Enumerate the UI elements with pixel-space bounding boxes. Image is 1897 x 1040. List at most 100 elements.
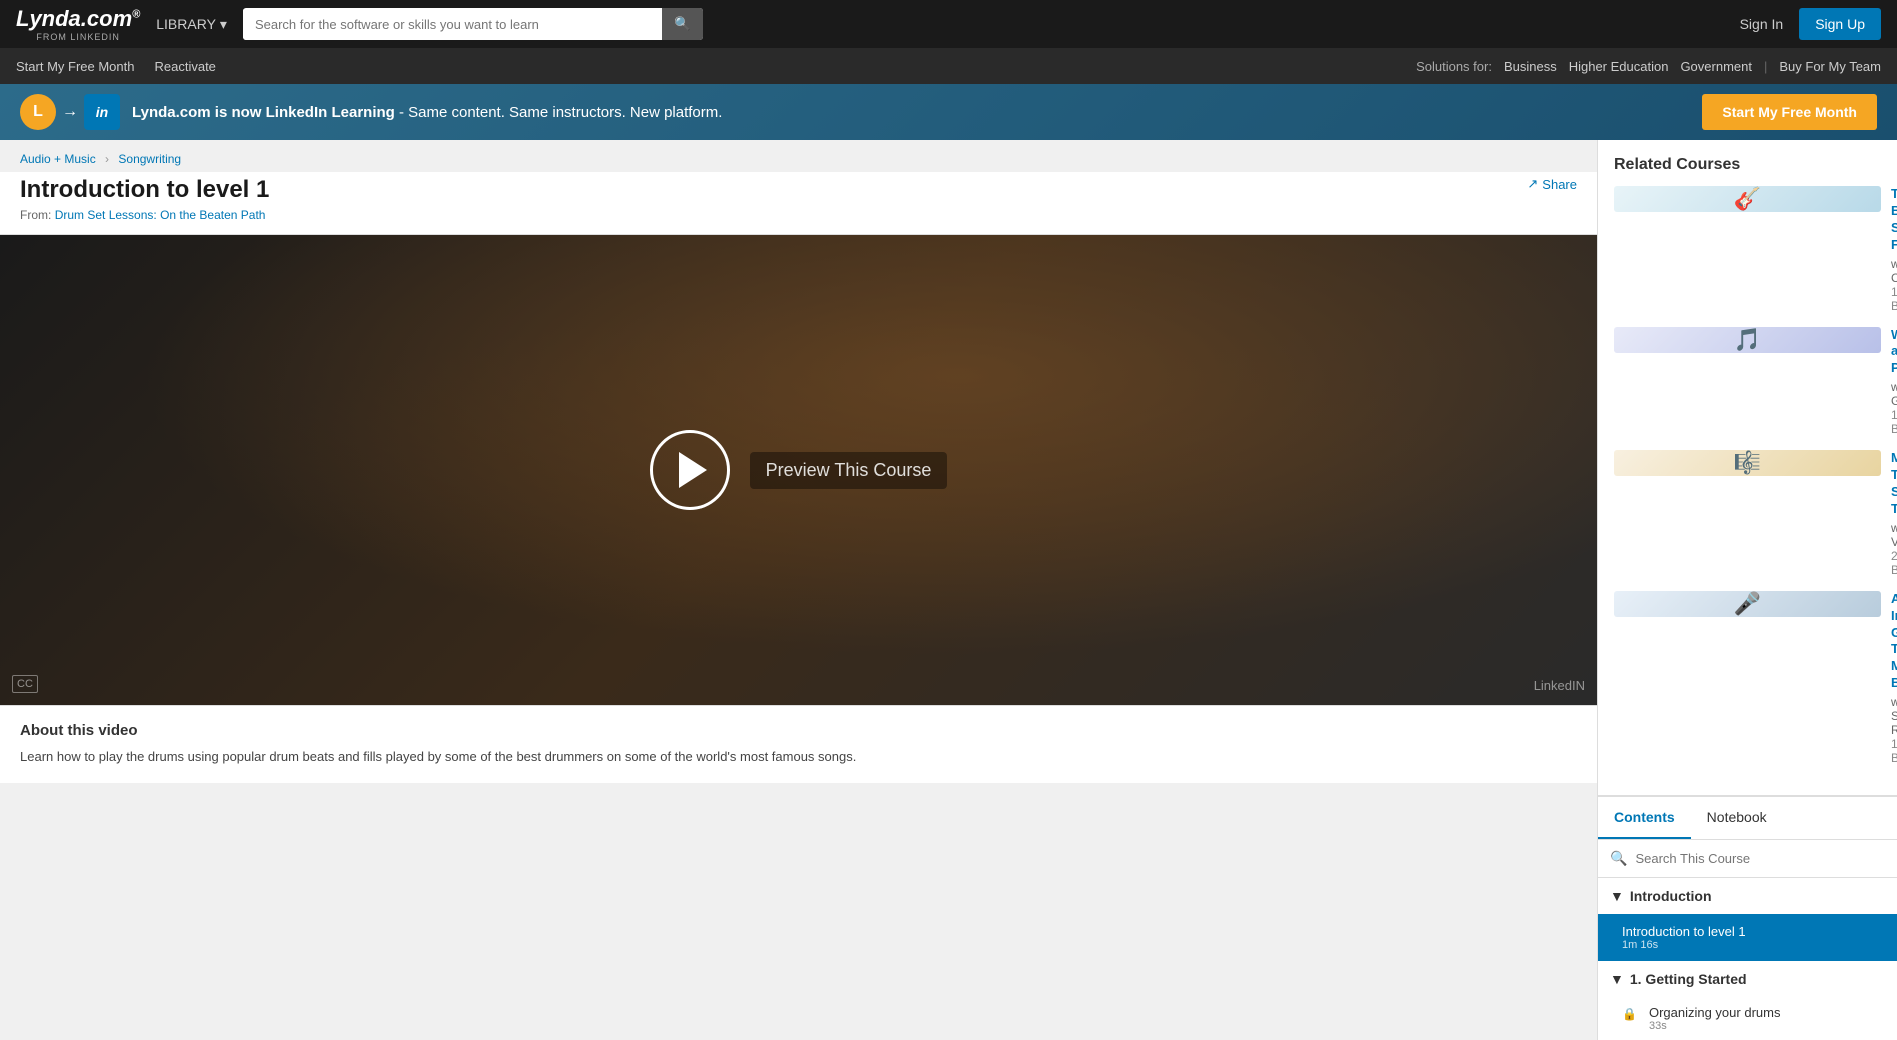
section-title-getting-started: 1. Getting Started	[1630, 971, 1747, 987]
tab-contents[interactable]: Contents	[1598, 797, 1691, 839]
course-duration-2: 1h 26m	[1891, 408, 1897, 422]
banner-icons: L → in	[20, 94, 120, 130]
search-icon: 🔍	[674, 16, 691, 31]
sign-in-button[interactable]: Sign In	[1740, 16, 1784, 32]
play-triangle-icon	[679, 452, 707, 488]
share-button[interactable]: ↗ Share	[1527, 176, 1577, 192]
search-input[interactable]	[243, 9, 662, 40]
course-from-label: From:	[20, 208, 51, 222]
library-button[interactable]: LIBRARY ▾	[156, 16, 227, 33]
banner-message: Lynda.com is now LinkedIn Learning - Sam…	[132, 104, 1690, 121]
course-duration-1: 1h 20m	[1891, 285, 1897, 299]
main-content: Audio + Music › Songwriting Introduction…	[0, 140, 1897, 1040]
course-contents: Contents Notebook 🔍 ▼ Introduction Intro…	[1598, 796, 1897, 1040]
related-course-item-2[interactable]: 🎵 Write Think and Act Like a Professiona…	[1614, 327, 1881, 437]
lesson-inner-active: Introduction to level 1 1m 16s	[1622, 924, 1885, 951]
video-watermark: LinkedIN	[1534, 678, 1585, 693]
solutions-higher-ed-link[interactable]: Higher Education	[1569, 59, 1669, 74]
linkedin-icon: in	[84, 94, 120, 130]
course-thumbnail-1: 🎸	[1614, 186, 1881, 212]
course-thumbnail-4: 🎤	[1614, 591, 1881, 617]
lock-icon: 🔒	[1622, 1007, 1637, 1021]
contents-tabs: Contents Notebook	[1598, 797, 1897, 840]
linkedin-banner: L → in Lynda.com is now LinkedIn Learnin…	[0, 84, 1897, 140]
search-button[interactable]: 🔍	[662, 8, 703, 40]
solutions-area: Solutions for: Business Higher Education…	[1416, 59, 1881, 74]
section-chevron-2: ▼	[1610, 971, 1624, 987]
secondary-navigation: Start My Free Month Reactivate Solutions…	[0, 48, 1897, 84]
locked-lesson-content: Organizing your drums 33s	[1649, 1005, 1885, 1032]
breadcrumb-audio-music[interactable]: Audio + Music	[20, 152, 96, 166]
breadcrumb-songwriting[interactable]: Songwriting	[118, 152, 181, 166]
course-level-2: Beginner	[1891, 422, 1897, 436]
preview-label: Preview This Course	[750, 452, 948, 489]
separator: |	[1764, 59, 1767, 74]
related-course-item-3[interactable]: 🎼 Music Theory for Songwriters: The... w…	[1614, 450, 1881, 577]
course-search-input[interactable]	[1635, 851, 1885, 866]
course-info-2: Write Think and Act Like a Professional.…	[1891, 327, 1897, 437]
solutions-label: Solutions for:	[1416, 59, 1492, 74]
share-icon: ↗	[1527, 176, 1538, 192]
course-title-3: Music Theory for Songwriters: The...	[1891, 450, 1897, 518]
tab-notebook[interactable]: Notebook	[1691, 797, 1783, 839]
course-search-icon: 🔍	[1610, 850, 1627, 867]
course-meta-4: 1h 4m • Beginner	[1891, 737, 1897, 765]
course-duration-3: 2h 50m	[1891, 549, 1897, 563]
course-info-3: Music Theory for Songwriters: The... wit…	[1891, 450, 1897, 577]
play-overlay: Preview This Course	[650, 430, 948, 510]
course-from: From: Drum Set Lessons: On the Beaten Pa…	[20, 208, 269, 222]
left-content: Audio + Music › Songwriting Introduction…	[0, 140, 1597, 1040]
section-chevron-1: ▼	[1610, 888, 1624, 904]
start-free-month-link[interactable]: Start My Free Month	[16, 59, 134, 74]
solutions-business-link[interactable]: Business	[1504, 59, 1557, 74]
section-introduction[interactable]: ▼ Introduction	[1598, 878, 1897, 914]
course-from-link[interactable]: Drum Set Lessons: On the Beaten Path	[55, 208, 266, 222]
cc-label: CC	[12, 675, 38, 693]
breadcrumb-separator-1: ›	[105, 152, 112, 166]
course-title-4: An Insider's Guide to Today's Music Biz:…	[1891, 591, 1897, 692]
course-meta-3: 2h 50m • Beginner	[1891, 549, 1897, 577]
logo[interactable]: Lynda.com® FROM LINKEDIN	[16, 6, 140, 42]
reactivate-link[interactable]: Reactivate	[154, 59, 215, 74]
breadcrumb: Audio + Music › Songwriting	[0, 140, 1597, 172]
course-level-4: Beginner	[1891, 751, 1897, 765]
lynda-icon: L	[20, 94, 56, 130]
locked-lesson-title: Organizing your drums	[1649, 1005, 1885, 1020]
course-author-1: with Garrick Chow	[1891, 257, 1897, 285]
sign-up-button[interactable]: Sign Up	[1799, 8, 1881, 40]
lesson-item-locked-1[interactable]: 🔒 Organizing your drums 33s	[1598, 997, 1897, 1040]
banner-headline: Lynda.com is now LinkedIn Learning	[132, 104, 395, 121]
course-title-2: Write Think and Act Like a Professional.…	[1891, 327, 1897, 378]
buy-for-team-link[interactable]: Buy For My Team	[1779, 59, 1881, 74]
library-label: LIBRARY	[156, 16, 216, 32]
video-player[interactable]: Preview This Course CC LinkedIN	[0, 235, 1597, 705]
active-lesson-duration: 1m 16s	[1622, 939, 1885, 951]
lesson-item-intro-active[interactable]: Introduction to level 1 1m 16s	[1598, 914, 1897, 961]
about-heading: About this video	[20, 722, 1577, 739]
course-author-3: with Julien Velard	[1891, 521, 1897, 549]
related-course-item-4[interactable]: 🎤 An Insider's Guide to Today's Music Bi…	[1614, 591, 1881, 765]
course-thumbnail-3: 🎼	[1614, 450, 1881, 476]
course-title-1: The Business of Songwriting: First Steps	[1891, 186, 1897, 254]
course-title-area: Introduction to level 1 From: Drum Set L…	[0, 172, 1597, 235]
section-getting-started[interactable]: ▼ 1. Getting Started	[1598, 961, 1897, 997]
solutions-government-link[interactable]: Government	[1680, 59, 1752, 74]
top-navigation: Lynda.com® FROM LINKEDIN LIBRARY ▾ 🔍 Sig…	[0, 0, 1897, 48]
search-bar: 🔍	[243, 8, 703, 40]
right-sidebar: Related Courses 🎸 The Business of Songwr…	[1597, 140, 1897, 1040]
course-info-1: The Business of Songwriting: First Steps…	[1891, 186, 1897, 313]
related-course-item-1[interactable]: 🎸 The Business of Songwriting: First Ste…	[1614, 186, 1881, 313]
active-lesson-title: Introduction to level 1	[1622, 924, 1885, 939]
banner-cta-button[interactable]: Start My Free Month	[1702, 94, 1877, 130]
course-search-area: 🔍	[1598, 840, 1897, 878]
course-info-4: An Insider's Guide to Today's Music Biz:…	[1891, 591, 1897, 765]
course-duration-4: 1h 4m	[1891, 737, 1897, 751]
banner-tagline: - Same content. Same instructors. New pl…	[395, 104, 723, 121]
course-level-3: Beginner	[1891, 563, 1897, 577]
related-courses-heading: Related Courses	[1614, 156, 1881, 174]
play-button[interactable]	[650, 430, 730, 510]
watermark-text: LinkedIN	[1534, 678, 1585, 693]
logo-text: Lynda.com®	[16, 6, 140, 32]
locked-lesson-duration: 33s	[1649, 1020, 1885, 1032]
course-level-1: Beginner	[1891, 299, 1897, 313]
